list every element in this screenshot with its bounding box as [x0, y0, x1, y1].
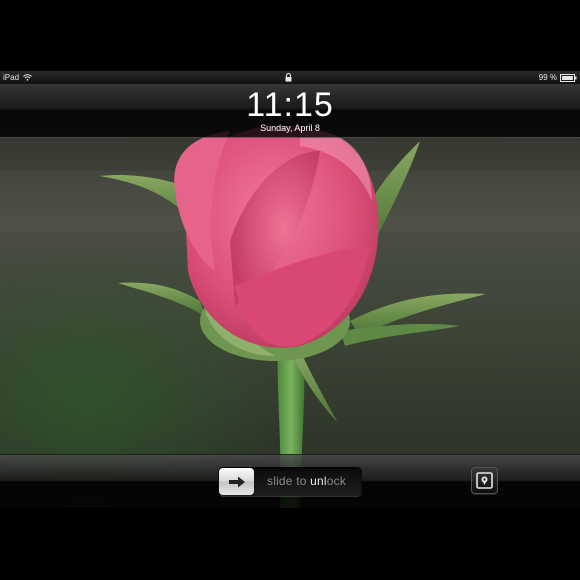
lock-screen: iPad 99 % 11:15 Sunday, April 8 slide to… [0, 71, 580, 508]
slide-text-before: slide to [267, 474, 311, 488]
slide-to-unlock-track[interactable]: slide to unlock [218, 467, 362, 496]
picture-frame-button[interactable] [471, 467, 498, 494]
clock-time: 11:15 [246, 86, 334, 124]
device-name: iPad [3, 73, 20, 82]
battery-percentage: 99 % [538, 73, 557, 82]
picture-frame-icon [476, 472, 493, 489]
wifi-icon [23, 74, 32, 81]
clock-date: Sunday, April 8 [260, 123, 320, 133]
slide-to-unlock-label: slide to unlock [267, 467, 346, 496]
status-bar: iPad 99 % [0, 71, 580, 84]
slide-text-highlight: unl [310, 474, 327, 488]
lock-icon [285, 73, 292, 82]
clock-bar: 11:15 Sunday, April 8 [0, 84, 580, 138]
slide-to-unlock-knob[interactable] [219, 468, 254, 495]
battery-icon [560, 73, 577, 82]
slide-text-after: ock [326, 474, 347, 488]
unlock-bar: slide to unlock [0, 454, 580, 508]
arrow-right-icon [228, 476, 245, 487]
